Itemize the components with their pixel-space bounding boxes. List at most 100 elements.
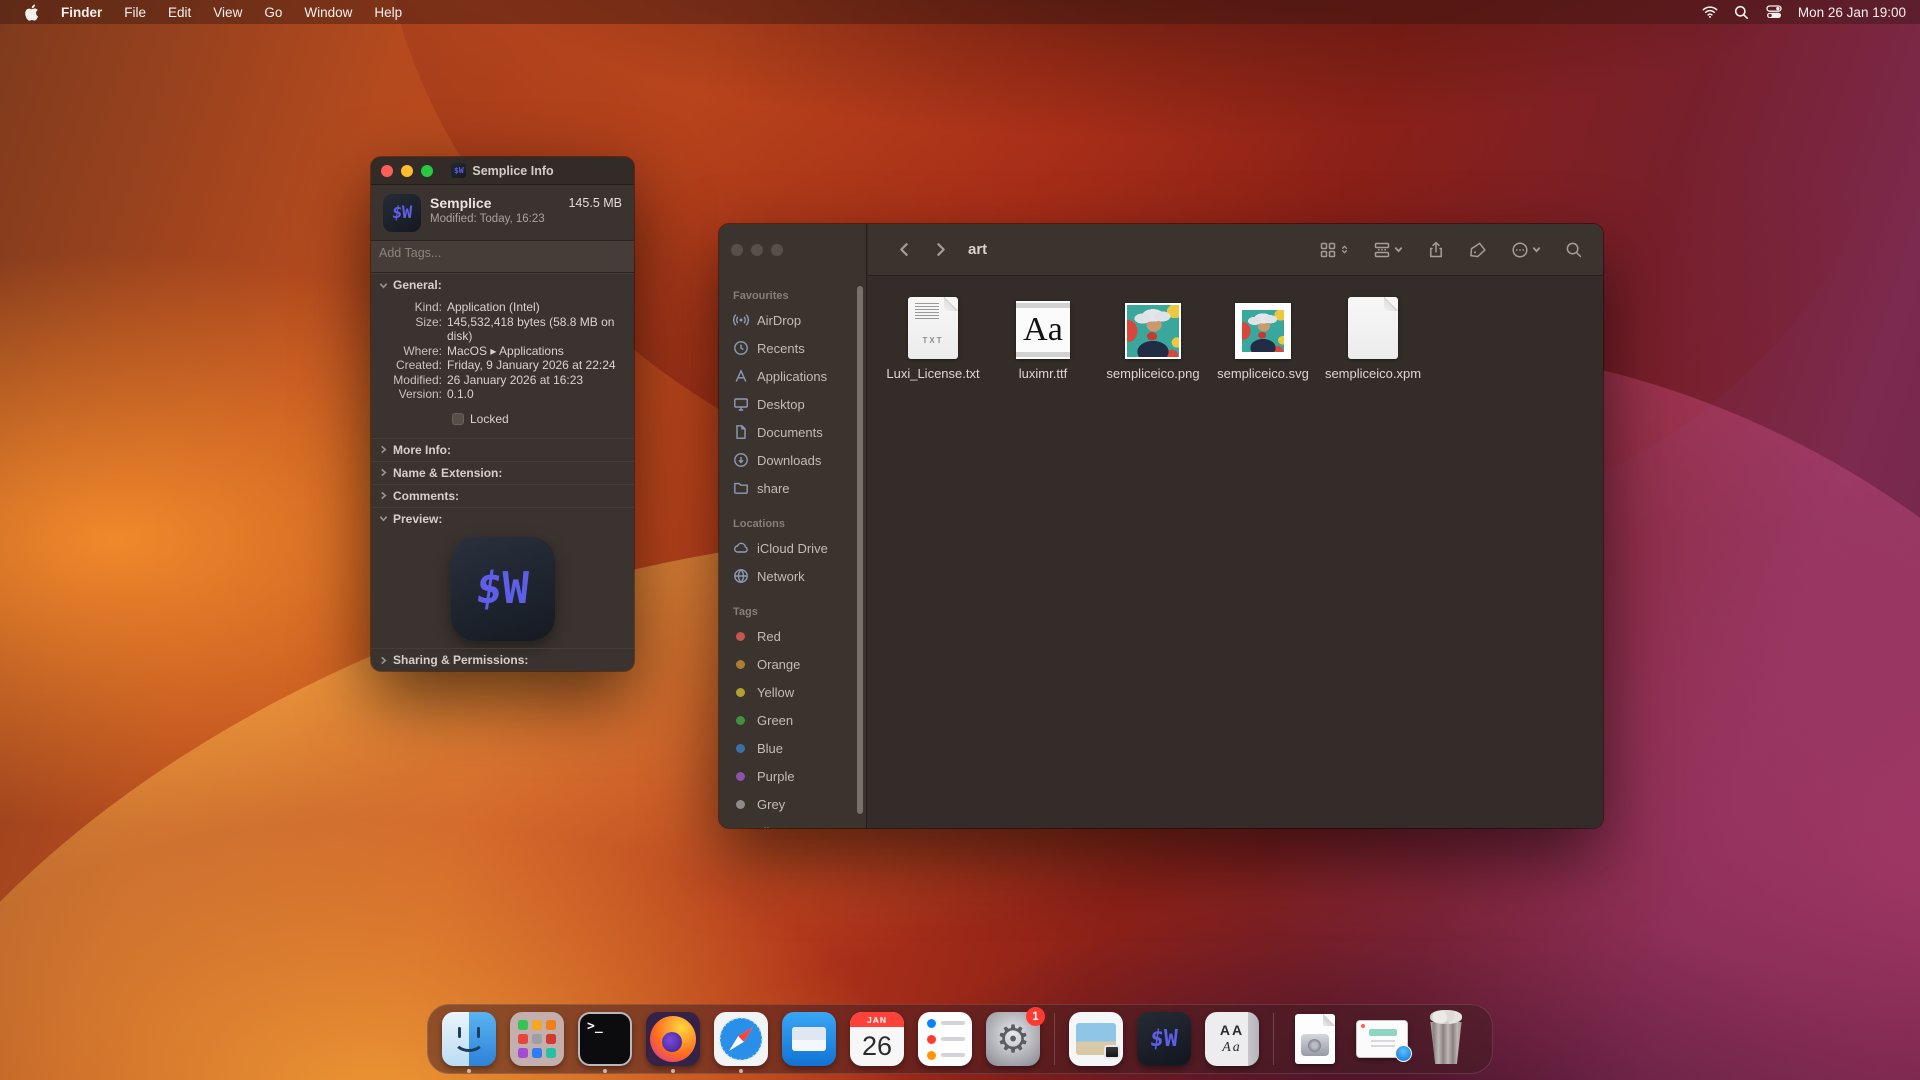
back-button[interactable]: [892, 238, 916, 262]
close-button[interactable]: [731, 244, 743, 256]
section-sharing-permissions[interactable]: Sharing & Permissions:: [371, 648, 634, 671]
section-name-extension[interactable]: Name & Extension:: [371, 461, 634, 484]
sidebar-item-desktop[interactable]: Desktop: [719, 390, 856, 418]
file-sempliceico-png[interactable]: sempliceico.png: [1098, 293, 1208, 381]
chevron-updown-icon: [1340, 245, 1349, 254]
section-comments[interactable]: Comments:: [371, 484, 634, 507]
share-button[interactable]: [1427, 241, 1445, 259]
sidebar-all-tags[interactable]: All Tags...: [719, 818, 856, 828]
sidebar-favourites-header: Favourites: [719, 284, 856, 306]
applications-icon: [733, 368, 749, 384]
menu-bar-clock[interactable]: Mon 26 Jan 19:00: [1798, 5, 1906, 20]
tag-dot-red: [736, 632, 745, 641]
section-more-info[interactable]: More Info:: [371, 438, 634, 461]
add-tags-input[interactable]: [379, 246, 626, 260]
finder-window: Favourites AirDrop Recents Applications …: [719, 224, 1603, 828]
menu-item-view[interactable]: View: [203, 0, 252, 24]
menu-item-help[interactable]: Help: [364, 0, 412, 24]
dock-item-launchpad[interactable]: [510, 1012, 564, 1066]
created-key: Created:: [371, 358, 447, 373]
dock-item-trash[interactable]: [1424, 1012, 1478, 1066]
file-name: sempliceico.svg: [1217, 366, 1309, 381]
version-value: 0.1.0: [447, 387, 624, 402]
sidebar-item-applications[interactable]: Applications: [719, 362, 856, 390]
finder-icon: [442, 1012, 496, 1066]
more-options-button[interactable]: [1511, 241, 1541, 259]
dock-item-finder[interactable]: [442, 1012, 496, 1066]
sidebar-tag-orange[interactable]: Orange: [719, 650, 856, 678]
sidebar-item-share[interactable]: share: [719, 474, 856, 502]
dock-item-semplice[interactable]: $W: [1137, 1012, 1191, 1066]
zoom-button[interactable]: [421, 165, 433, 177]
sidebar-item-airdrop[interactable]: AirDrop: [719, 306, 856, 334]
locked-checkbox[interactable]: [452, 413, 464, 425]
running-indicator: [603, 1069, 607, 1073]
tag-dot-blue: [736, 744, 745, 753]
dock-item-firefox[interactable]: [646, 1012, 700, 1066]
group-button[interactable]: [1373, 241, 1403, 259]
menu-bar: Finder File Edit View Go Window Help: [0, 0, 1920, 24]
ellipsis-circle-icon: [1511, 241, 1529, 259]
tag-dot-green: [736, 716, 745, 725]
sidebar-item-network[interactable]: Network: [719, 562, 856, 590]
sidebar-item-label: Recents: [757, 341, 805, 356]
menu-item-finder[interactable]: Finder: [51, 0, 112, 24]
search-button[interactable]: [1565, 241, 1583, 259]
sidebar-tag-grey[interactable]: Grey: [719, 790, 856, 818]
sidebar-tag-red[interactable]: Red: [719, 622, 856, 650]
semplice-app-icon: $W: [1137, 1012, 1191, 1066]
sidebar-item-icloud-drive[interactable]: iCloud Drive: [719, 534, 856, 562]
spotlight-icon[interactable]: [1734, 4, 1750, 20]
control-center-icon[interactable]: [1766, 4, 1782, 20]
safari-badge-icon: [1395, 1045, 1412, 1062]
mail-icon: [782, 1012, 836, 1066]
section-preview[interactable]: Preview:: [371, 507, 634, 530]
forward-button[interactable]: [928, 238, 952, 262]
app-size: 145.5 MB: [568, 194, 622, 210]
sidebar-item-recents[interactable]: Recents: [719, 334, 856, 362]
view-options-button[interactable]: [1319, 241, 1349, 259]
dock: >_ JAN 26 ⚙ 1: [427, 1004, 1493, 1074]
dock-item-font-book[interactable]: AA Aa: [1205, 1012, 1259, 1066]
tag-icon: [1469, 241, 1487, 259]
terminal-icon: >_: [578, 1012, 632, 1066]
chevron-collapsed-icon: [379, 468, 388, 477]
calendar-icon: JAN 26: [850, 1012, 904, 1066]
dock-item-terminal[interactable]: >_: [578, 1012, 632, 1066]
sidebar-scrollbar[interactable]: [857, 286, 863, 814]
file-sempliceico-svg[interactable]: sempliceico.svg: [1208, 293, 1318, 381]
sidebar-item-downloads[interactable]: Downloads: [719, 446, 856, 474]
locked-row: Locked: [452, 412, 624, 426]
dock-item-minimized-window[interactable]: [1356, 1012, 1410, 1066]
dock-item-system-settings[interactable]: ⚙ 1: [986, 1012, 1040, 1066]
menu-item-edit[interactable]: Edit: [158, 0, 201, 24]
sidebar-tag-blue[interactable]: Blue: [719, 734, 856, 762]
dock-item-preview[interactable]: [1069, 1012, 1123, 1066]
sidebar-tag-green[interactable]: Green: [719, 706, 856, 734]
tags-button[interactable]: [1469, 241, 1487, 259]
dock-item-reminders[interactable]: [918, 1012, 972, 1066]
section-general[interactable]: General:: [371, 273, 634, 296]
menu-item-go[interactable]: Go: [254, 0, 292, 24]
dock-item-calendar[interactable]: JAN 26: [850, 1012, 904, 1066]
trash-icon: [1424, 1012, 1468, 1066]
sidebar-tag-purple[interactable]: Purple: [719, 762, 856, 790]
dock-item-mail[interactable]: [782, 1012, 836, 1066]
sidebar-item-documents[interactable]: Documents: [719, 418, 856, 446]
menu-item-window[interactable]: Window: [294, 0, 362, 24]
minimize-button[interactable]: [401, 165, 413, 177]
dock-item-safari[interactable]: [714, 1012, 768, 1066]
minimize-button[interactable]: [751, 244, 763, 256]
menu-item-file[interactable]: File: [114, 0, 156, 24]
apple-menu[interactable]: [14, 0, 49, 24]
close-button[interactable]: [381, 165, 393, 177]
wifi-icon[interactable]: [1702, 4, 1718, 20]
sidebar-tag-yellow[interactable]: Yellow: [719, 678, 856, 706]
file-sempliceico-xpm[interactable]: sempliceico.xpm: [1318, 293, 1428, 381]
file-luxi-license[interactable]: TXT Luxi_License.txt: [878, 293, 988, 381]
zoom-button[interactable]: [771, 244, 783, 256]
dock-item-disk-image[interactable]: [1288, 1012, 1342, 1066]
file-luximr-ttf[interactable]: Aa luximr.ttf: [988, 293, 1098, 381]
modified-value: 26 January 2026 at 16:23: [447, 373, 624, 388]
file-name: sempliceico.png: [1106, 366, 1199, 381]
